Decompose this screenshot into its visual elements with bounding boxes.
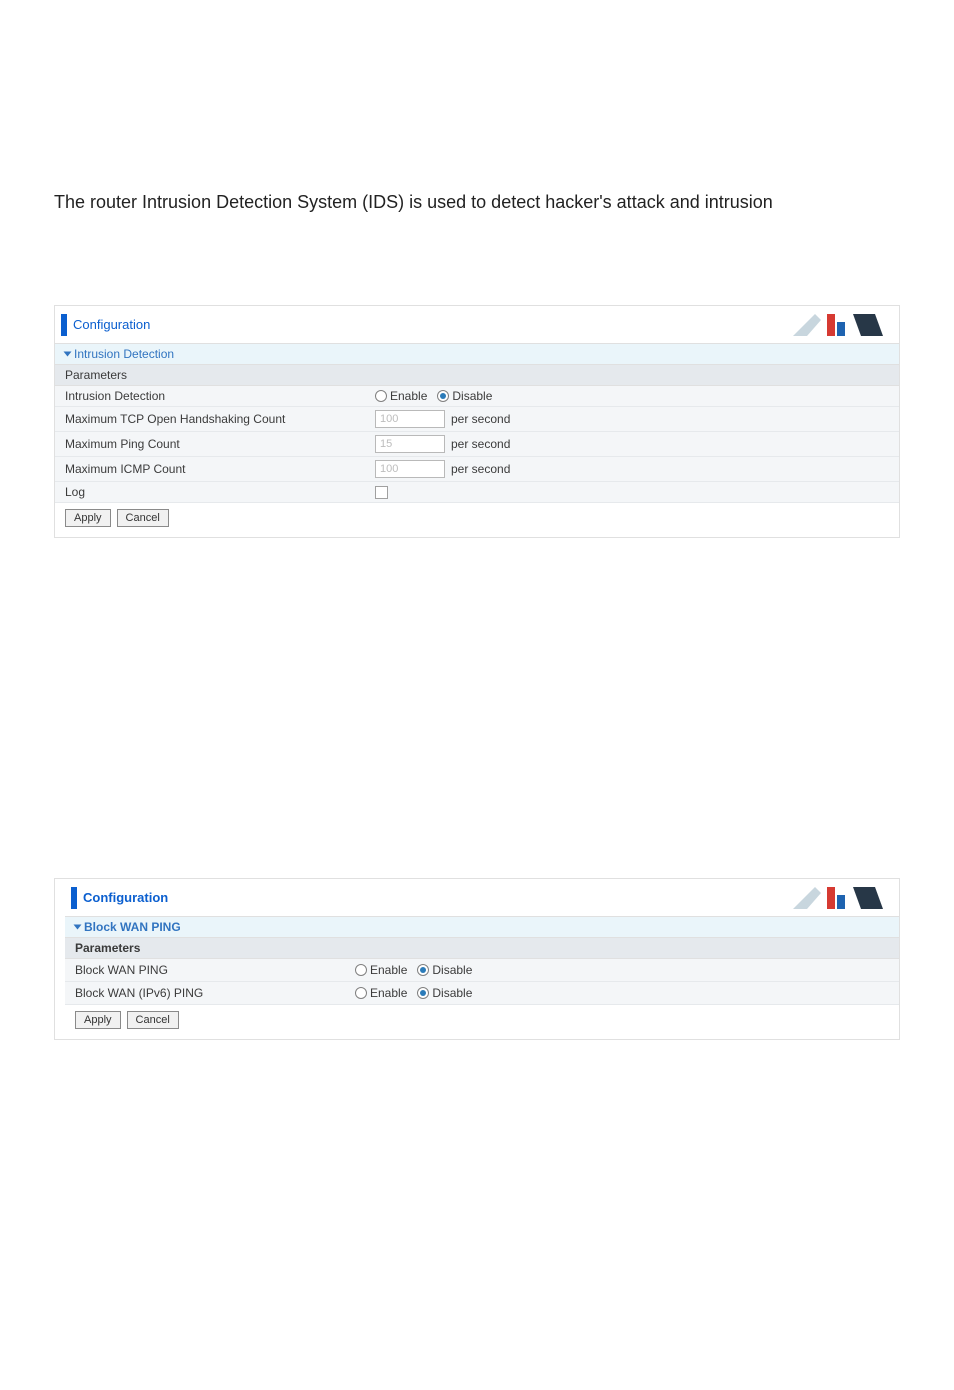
row-label: Intrusion Detection bbox=[65, 389, 375, 403]
radio-enable-label[interactable]: Enable bbox=[370, 986, 407, 1000]
chevron-down-icon bbox=[74, 925, 82, 930]
radio-enable[interactable] bbox=[355, 964, 367, 976]
row-label: Block WAN (IPv6) PING bbox=[75, 986, 355, 1000]
ping-count-input[interactable] bbox=[375, 435, 445, 453]
apply-button[interactable]: Apply bbox=[75, 1011, 121, 1029]
row-label: Maximum TCP Open Handshaking Count bbox=[65, 412, 375, 426]
radio-disable-label[interactable]: Disable bbox=[452, 389, 492, 403]
icmp-count-input[interactable] bbox=[375, 460, 445, 478]
parameters-header: Parameters bbox=[55, 365, 899, 386]
section-title-block-wan[interactable]: Block WAN PING bbox=[65, 917, 899, 938]
radio-enable-label[interactable]: Enable bbox=[370, 963, 407, 977]
parameters-header: Parameters bbox=[65, 938, 899, 959]
brand-logo-icon bbox=[791, 310, 891, 340]
section-title-intrusion[interactable]: Intrusion Detection bbox=[55, 344, 899, 365]
tcp-count-input[interactable] bbox=[375, 410, 445, 428]
configuration-panel-block-wan: Configuration Block WAN PING Parameters … bbox=[54, 878, 900, 1040]
panel-header: Configuration bbox=[65, 879, 899, 917]
section-title-label: Intrusion Detection bbox=[74, 347, 174, 361]
radio-disable[interactable] bbox=[417, 964, 429, 976]
row-block-wan-ping: Block WAN PING Enable Disable bbox=[65, 959, 899, 982]
radio-enable-label[interactable]: Enable bbox=[390, 389, 427, 403]
apply-button[interactable]: Apply bbox=[65, 509, 111, 527]
row-label: Maximum ICMP Count bbox=[65, 462, 375, 476]
row-ping-count: Maximum Ping Count per second bbox=[55, 432, 899, 457]
radio-disable-label[interactable]: Disable bbox=[432, 986, 472, 1000]
row-block-wan-ipv6-ping: Block WAN (IPv6) PING Enable Disable bbox=[65, 982, 899, 1005]
cancel-button[interactable]: Cancel bbox=[117, 509, 169, 527]
radio-enable[interactable] bbox=[355, 987, 367, 999]
chevron-down-icon bbox=[64, 352, 72, 357]
accent-bar bbox=[61, 314, 67, 336]
panel-title: Configuration bbox=[73, 317, 150, 332]
brand-logo-icon bbox=[791, 883, 891, 913]
row-intrusion-detection: Intrusion Detection Enable Disable bbox=[55, 386, 899, 407]
section-title-label: Block WAN PING bbox=[84, 920, 181, 934]
row-log: Log bbox=[55, 482, 899, 503]
panel-title: Configuration bbox=[83, 890, 168, 905]
row-label: Maximum Ping Count bbox=[65, 437, 375, 451]
button-row: Apply Cancel bbox=[65, 1005, 899, 1039]
radio-disable[interactable] bbox=[437, 390, 449, 402]
suffix-text: per second bbox=[451, 412, 510, 426]
suffix-text: per second bbox=[451, 437, 510, 451]
radio-enable[interactable] bbox=[375, 390, 387, 402]
row-label: Log bbox=[65, 485, 375, 499]
accent-bar bbox=[71, 887, 77, 909]
suffix-text: per second bbox=[451, 462, 510, 476]
row-tcp-count: Maximum TCP Open Handshaking Count per s… bbox=[55, 407, 899, 432]
row-icmp-count: Maximum ICMP Count per second bbox=[55, 457, 899, 482]
radio-disable[interactable] bbox=[417, 987, 429, 999]
button-row: Apply Cancel bbox=[55, 503, 899, 537]
lead-text: The router Intrusion Detection System (I… bbox=[54, 190, 900, 215]
cancel-button[interactable]: Cancel bbox=[127, 1011, 179, 1029]
panel-header: Configuration bbox=[55, 306, 899, 344]
radio-disable-label[interactable]: Disable bbox=[432, 963, 472, 977]
log-checkbox[interactable] bbox=[375, 486, 388, 499]
row-label: Block WAN PING bbox=[75, 963, 355, 977]
configuration-panel-intrusion: Configuration Intrusion Detection Parame… bbox=[54, 305, 900, 538]
